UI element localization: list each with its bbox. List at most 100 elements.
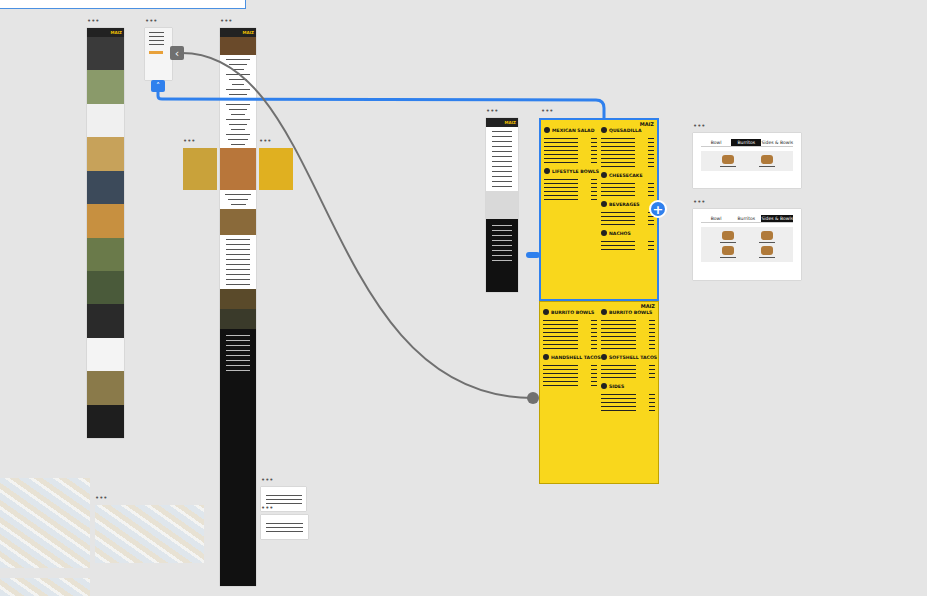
menu-row	[601, 164, 654, 168]
product-item[interactable]	[750, 231, 783, 243]
item-name	[543, 385, 578, 386]
artboard-label[interactable]: •••	[145, 17, 157, 25]
artboard-label[interactable]: •••	[541, 107, 553, 115]
map-artboard[interactable]	[0, 578, 90, 596]
artboard-label[interactable]: •••	[693, 122, 705, 130]
item-name	[601, 146, 635, 147]
item-price	[648, 195, 654, 196]
item-name	[544, 154, 578, 155]
tab-card[interactable]: BowlBurritosSides & Bowls	[693, 209, 801, 280]
item-price	[591, 158, 597, 159]
item-name	[601, 142, 635, 143]
menu-row	[543, 375, 597, 379]
menu-row	[601, 396, 655, 400]
photo-block	[220, 37, 256, 55]
artboard-label[interactable]: •••	[183, 137, 195, 145]
artboard[interactable]	[145, 28, 172, 80]
item-price	[591, 324, 597, 325]
add-connector-button[interactable]: +	[649, 200, 667, 218]
tab[interactable]: Burritos	[731, 215, 761, 223]
artboard-label[interactable]: •••	[259, 137, 271, 145]
food-icon	[601, 127, 607, 133]
artboard-edge[interactable]	[0, 0, 246, 9]
section-title: BEVERAGES	[609, 202, 640, 207]
artboard[interactable]: MAIZ	[87, 28, 124, 438]
artboard-label[interactable]: •••	[95, 494, 107, 502]
menu-row	[601, 156, 654, 160]
text-line	[226, 104, 250, 105]
text-artboard[interactable]	[261, 515, 308, 539]
item-price	[649, 324, 655, 325]
section-header: NACHOS	[601, 230, 654, 236]
artboard[interactable]: MAIZ	[486, 118, 518, 292]
connector-end-icon[interactable]	[527, 392, 539, 404]
artboard-label[interactable]: •••	[220, 17, 232, 25]
food-icon	[601, 172, 607, 178]
text-line	[759, 242, 775, 243]
text-line	[226, 74, 249, 75]
menu-row	[601, 342, 655, 346]
item-price	[648, 249, 654, 250]
menu-row	[601, 322, 655, 326]
text-line	[492, 166, 513, 167]
item-price	[648, 224, 654, 225]
text-line	[229, 94, 247, 95]
product-item[interactable]	[711, 246, 744, 258]
back-connector-button[interactable]: ‹	[170, 46, 184, 60]
item-name	[543, 336, 578, 337]
tab[interactable]: Sides & Bowls	[761, 139, 793, 147]
item-price	[591, 336, 597, 337]
text-line	[226, 279, 250, 280]
item-name	[601, 369, 636, 370]
menu-row	[544, 148, 597, 152]
item-name	[601, 162, 635, 163]
food-icon	[544, 127, 550, 133]
product-item[interactable]	[750, 155, 783, 167]
menu-board[interactable]: MAIZBURRITO BOWLSHANDSHELL TACOSBURRITO …	[539, 301, 659, 484]
artboard-label[interactable]: •••	[261, 504, 273, 512]
item-name	[544, 179, 578, 180]
artboard-label[interactable]: •••	[486, 107, 498, 115]
artboard-label[interactable]: •••	[261, 476, 273, 484]
menu-row	[543, 383, 597, 387]
menu-row	[544, 136, 597, 140]
photo-artboard[interactable]	[220, 148, 256, 190]
design-canvas[interactable]: •••MAIZ•••‹˄•••MAIZ••••••••••••••••••MAI…	[0, 0, 927, 596]
artboard[interactable]: MAIZ	[220, 28, 256, 586]
food-icon	[543, 354, 549, 360]
item-name	[543, 320, 578, 321]
artboard-label[interactable]: •••	[87, 17, 99, 25]
product-item[interactable]	[750, 246, 783, 258]
tab[interactable]: Burritos	[731, 139, 761, 147]
photo-artboard[interactable]	[183, 148, 217, 190]
item-name	[601, 245, 635, 246]
text-line	[759, 257, 775, 258]
tab-card[interactable]: BowlBurritosSides & Bowls	[693, 133, 801, 188]
item-name	[601, 195, 635, 196]
product-item[interactable]	[711, 155, 744, 167]
text-line	[231, 204, 246, 205]
text-line	[492, 255, 513, 256]
item-name	[543, 377, 578, 378]
text-line	[149, 32, 164, 33]
menu-board[interactable]: MAIZMEXICAN SALADLIFESTYLE BOWLSQUESADIL…	[539, 118, 659, 301]
artboard-label[interactable]: •••	[693, 198, 705, 206]
menu-row	[601, 326, 655, 330]
map-artboard[interactable]	[95, 505, 204, 563]
tab[interactable]: Bowl	[701, 139, 731, 147]
menu-row	[601, 404, 655, 408]
map-artboard[interactable]	[0, 478, 90, 568]
text-line	[492, 161, 513, 162]
text-line	[492, 171, 513, 172]
connector-handle-icon[interactable]	[526, 252, 540, 258]
item-name	[601, 249, 635, 250]
item-price	[591, 187, 597, 188]
item-name	[601, 348, 636, 349]
up-connector-button[interactable]: ˄	[151, 80, 165, 92]
product-item[interactable]	[711, 231, 744, 243]
menu-row	[543, 363, 597, 367]
tab[interactable]: Bowl	[701, 215, 731, 223]
photo-artboard[interactable]	[259, 148, 293, 190]
tab[interactable]: Sides & Bowls	[761, 215, 793, 223]
text-line	[492, 136, 513, 137]
